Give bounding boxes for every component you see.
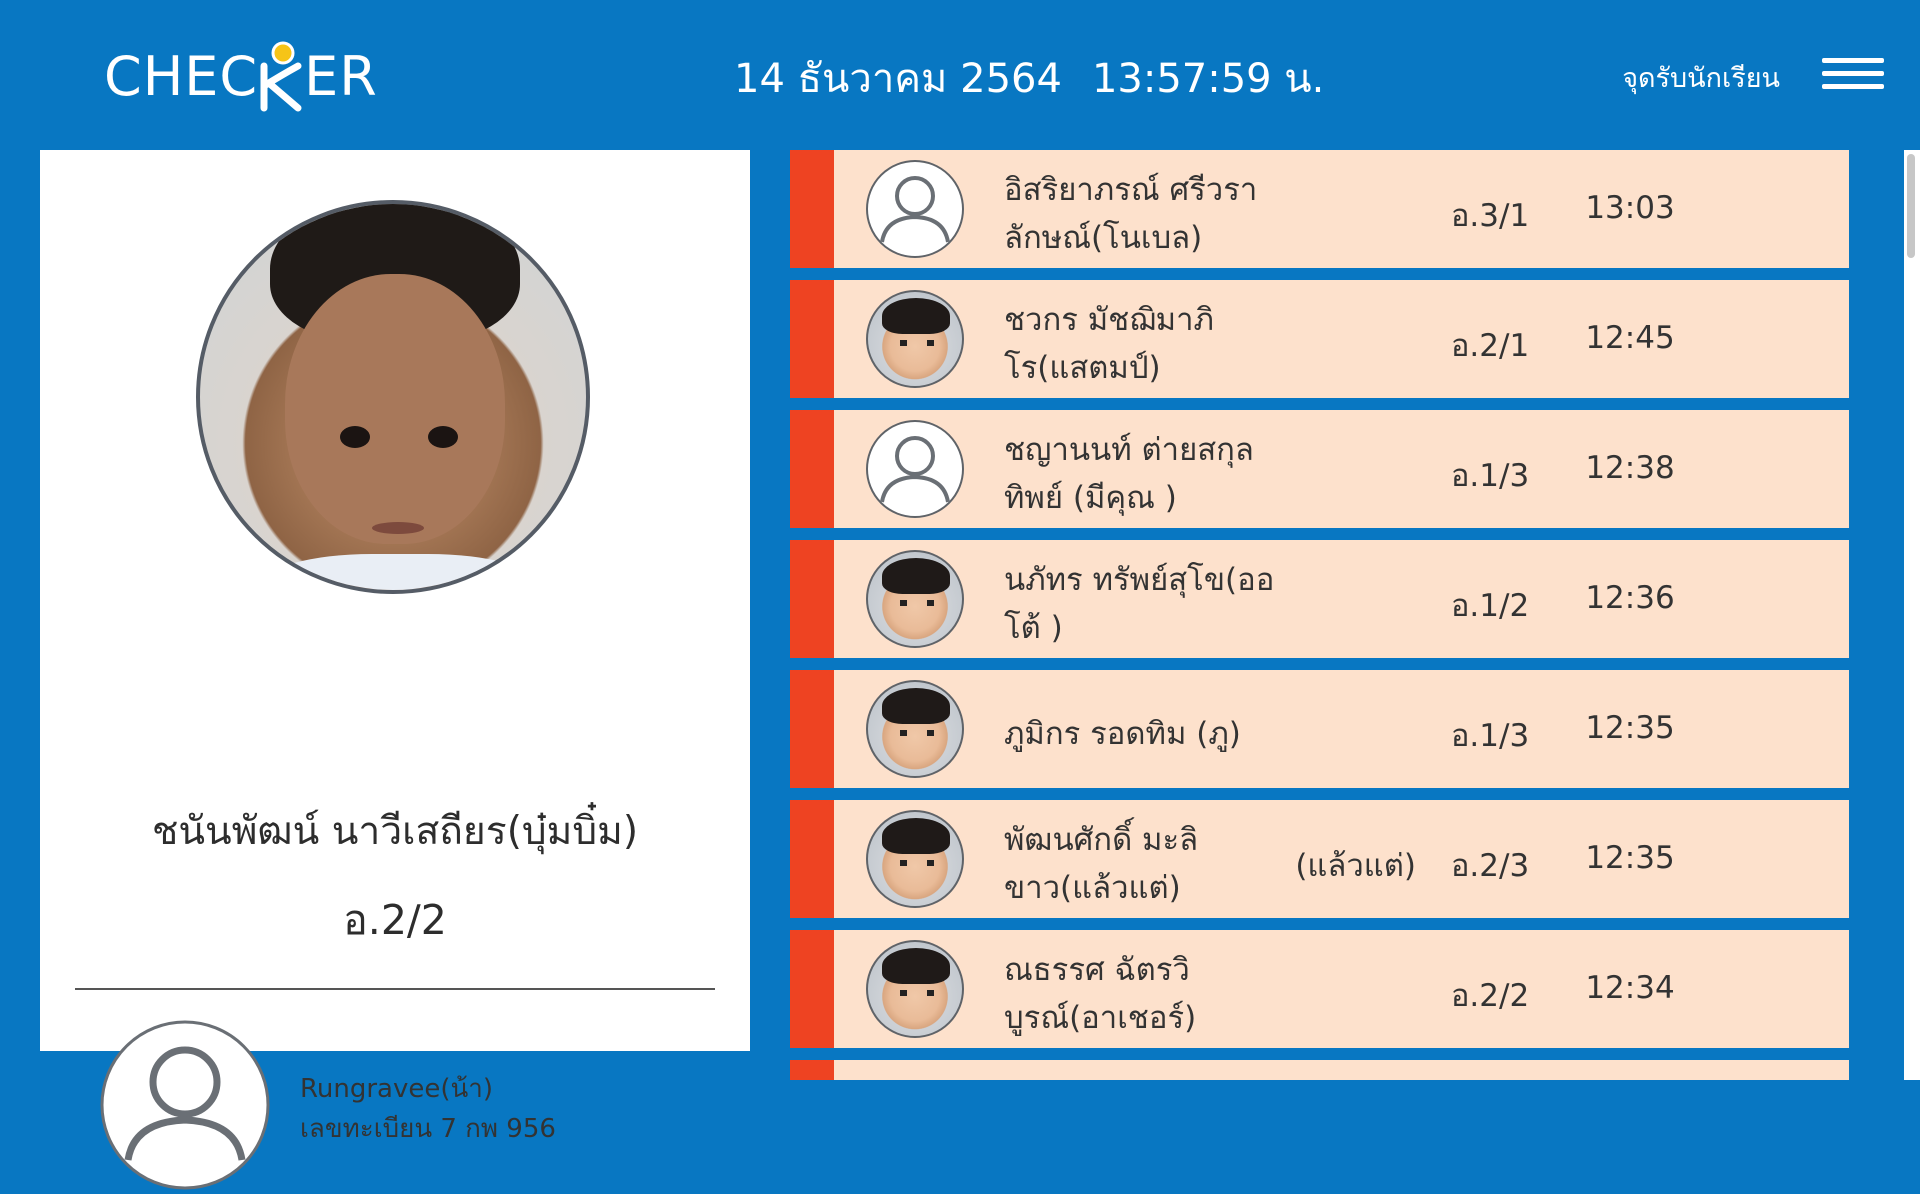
- student-name-line2: บูรณ์(อาเชอร์): [1004, 1000, 1197, 1036]
- pickup-list[interactable]: อิสริยาภรณ์ ศรีวรา ลักษณ์(โนเบล) อ.3/1 1…: [790, 150, 1849, 1080]
- photo-mouth: [372, 522, 424, 534]
- status-indicator: [790, 930, 834, 1048]
- pickup-time: 12:34: [1585, 970, 1675, 1006]
- student-name-line1: พัฒนศักดิ์ มะลิ: [1004, 822, 1199, 858]
- student-class: อ.1/3: [1450, 458, 1530, 494]
- pickup-time: 12:45: [1585, 320, 1675, 356]
- photo-shirt: [260, 554, 540, 590]
- student-class: อ.1/2: [1450, 588, 1530, 624]
- photo-eye: [340, 426, 370, 448]
- card-divider: [75, 988, 715, 990]
- student-name-line2: ขาว(แล้วแต่): [1004, 870, 1181, 906]
- scrollbar-thumb[interactable]: [1907, 154, 1915, 258]
- photo-hair: [882, 818, 950, 854]
- student-nickname-tag: (แล้วแต่): [1295, 848, 1416, 884]
- pickup-row[interactable]: ชวกร มัชฌิมาภิ โร(แสตมป์) อ.2/1 12:45: [790, 280, 1849, 398]
- hamburger-menu-icon[interactable]: [1822, 58, 1884, 92]
- current-time: 13:57:59 น.: [1091, 56, 1325, 102]
- user-placeholder-icon: [866, 420, 964, 518]
- status-indicator: [790, 540, 834, 658]
- photo-eyes: [900, 600, 934, 606]
- status-indicator: [790, 280, 834, 398]
- selected-student-card: ชนันพัฒน์ นาวีเสถียร(บุ๋มบิ๋ม) อ.2/2 Run…: [40, 150, 750, 1190]
- pickup-row[interactable]: พัฒนศักดิ์ มะลิ ขาว(แล้วแต่) (แล้วแต่) อ…: [790, 800, 1849, 918]
- student-name-line1: อิสริยาภรณ์ ศรีวรา: [1004, 172, 1258, 208]
- photo-eyes: [900, 990, 934, 996]
- photo-hair: [882, 298, 950, 334]
- student-name-line2: ลักษณ์(โนเบล): [1004, 220, 1203, 256]
- student-name-line1: ภูมิกร รอดทิม (ภู): [1004, 716, 1241, 752]
- status-indicator: [790, 410, 834, 528]
- pickup-time: 12:36: [1585, 580, 1675, 616]
- pickup-time: 12:35: [1585, 840, 1675, 876]
- student-avatar-photo: [866, 680, 964, 778]
- photo-eyes: [900, 340, 934, 346]
- photo-hair: [882, 688, 950, 724]
- photo-eyes: [900, 730, 934, 736]
- pickup-row[interactable]: นภัทร ทรัพย์สุโข(ออ โต้ ) อ.1/2 12:36: [790, 540, 1849, 658]
- status-indicator: [790, 800, 834, 918]
- student-class: อ.2/1: [1450, 328, 1530, 364]
- status-indicator: [790, 1060, 834, 1080]
- list-scrollbar[interactable]: [1904, 150, 1920, 1080]
- student-class: อ.1/3: [1450, 718, 1530, 754]
- checker-logo: CHEC ER: [104, 36, 378, 116]
- photo-eye: [428, 426, 458, 448]
- user-placeholder-icon: [866, 160, 964, 258]
- logo-text-left: CHEC: [104, 44, 259, 108]
- photo-hair: [882, 558, 950, 594]
- student-avatar-photo: [866, 290, 964, 388]
- pickup-row[interactable]: อิสริยาภรณ์ ศรีวรา ลักษณ์(โนเบล) อ.3/1 1…: [790, 150, 1849, 268]
- student-name-line2: ทิพย์ (มีคุณ ): [1004, 480, 1177, 516]
- student-class: อ.2/2: [1450, 978, 1530, 1014]
- logo-text-right: ER: [304, 44, 378, 108]
- student-name: ชนันพัฒน์ นาวีเสถียร(บุ๋มบิ๋ม): [151, 809, 639, 854]
- student-photo: [196, 200, 590, 594]
- pickup-row[interactable]: ชญานนท์ ต่ายสกุล ทิพย์ (มีคุณ ) อ.1/3 12…: [790, 410, 1849, 528]
- student-name-line1: ชวกร มัชฌิมาภิ: [1004, 302, 1214, 338]
- pickup-time: 13:03: [1585, 190, 1675, 226]
- pickup-row[interactable]: ภูมิกร รอดทิม (ภู) อ.1/3 12:35: [790, 670, 1849, 788]
- current-datetime: 14 ธันวาคม 2564 13:57:59 น.: [734, 46, 1324, 110]
- student-avatar-photo: [866, 810, 964, 908]
- status-indicator: [790, 150, 834, 268]
- guardian-name: Rungravee(น้า): [300, 1074, 494, 1104]
- guardian-plate-number: เลขทะเบียน 7 กพ 956: [300, 1114, 556, 1144]
- student-avatar-photo: [866, 550, 964, 648]
- pickup-row-partial[interactable]: [790, 1060, 1849, 1080]
- student-avatar-photo: [866, 940, 964, 1038]
- student-name-line2: โร(แสตมป์): [1004, 350, 1161, 386]
- pickup-point-label[interactable]: จุดรับนักเรียน: [1622, 56, 1780, 99]
- student-name-line1: ณธรรศ ฉัตรวิ: [1004, 952, 1190, 988]
- student-class: อ.3/1: [1450, 198, 1530, 234]
- menu-bar: [1822, 71, 1884, 76]
- current-date: 14 ธันวาคม 2564: [734, 56, 1062, 102]
- photo-hair: [882, 948, 950, 984]
- pickup-row[interactable]: ณธรรศ ฉัตรวิ บูรณ์(อาเชอร์) อ.2/2 12:34: [790, 930, 1849, 1048]
- student-name-line1: นภัทร ทรัพย์สุโข(ออ: [1004, 562, 1275, 598]
- menu-bar: [1822, 58, 1884, 63]
- pickup-time: 12:35: [1585, 710, 1675, 746]
- menu-bar: [1822, 84, 1884, 89]
- student-class: อ.2/3: [1450, 848, 1530, 884]
- pickup-time: 12:38: [1585, 450, 1675, 486]
- photo-face: [285, 274, 505, 544]
- logo-person-icon: [258, 36, 304, 116]
- student-name-line2: โต้ ): [1004, 610, 1063, 646]
- student-class: อ.2/2: [343, 896, 447, 944]
- photo-eyes: [900, 860, 934, 866]
- app-header: CHEC ER 14 ธันวาคม 2564 13:57:59 น. จุดรั…: [0, 0, 1920, 150]
- user-placeholder-icon: [100, 1020, 270, 1190]
- student-name-line1: ชญานนท์ ต่ายสกุล: [1004, 432, 1254, 468]
- status-indicator: [790, 670, 834, 788]
